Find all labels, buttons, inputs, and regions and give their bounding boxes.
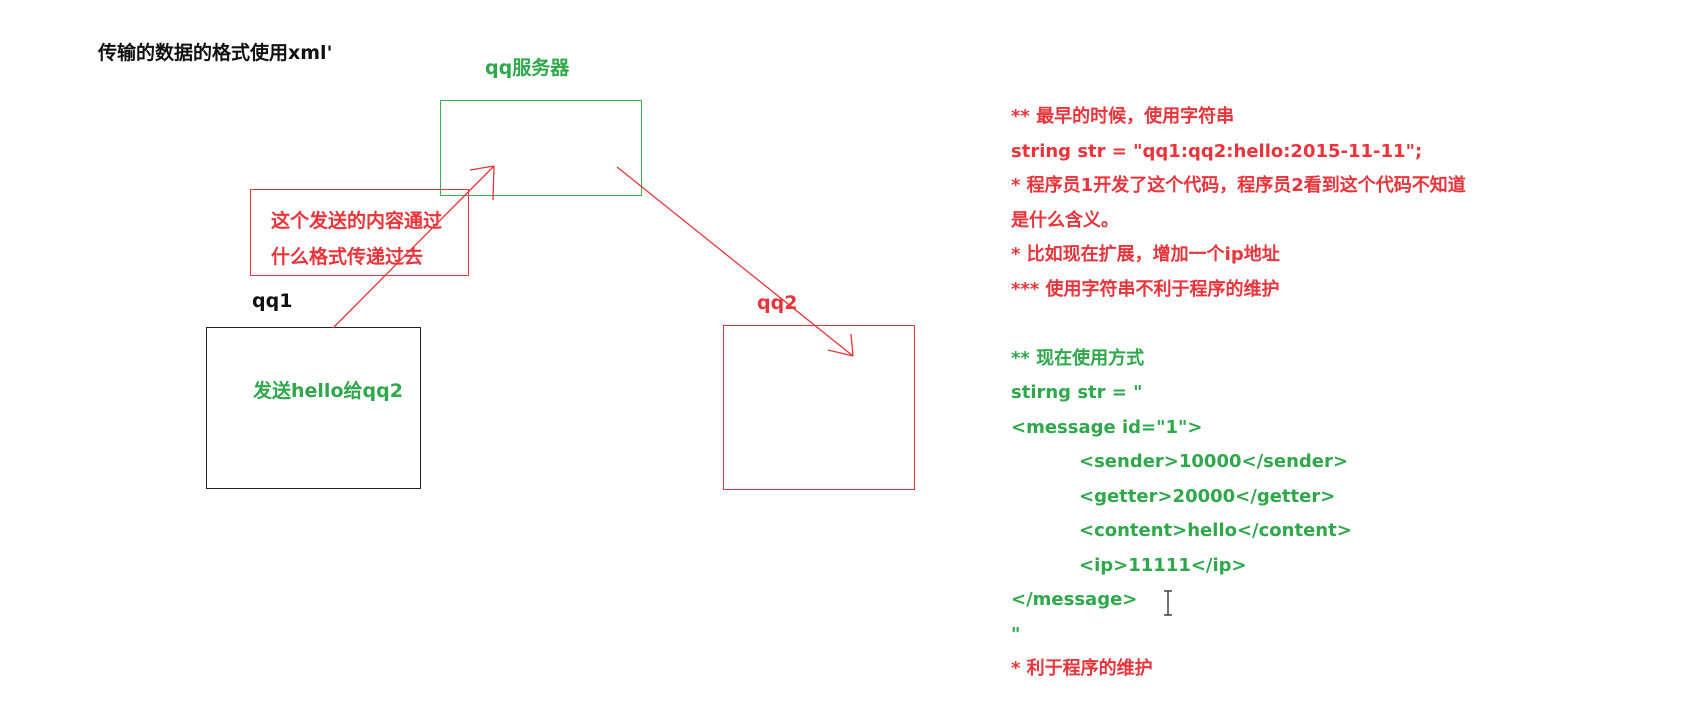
note-green-line-1: ** 现在使用方式 [1011, 347, 1145, 369]
arrow-qq1-to-server [332, 165, 495, 329]
xml-open-message: <message id="1"> [1011, 416, 1203, 438]
note-green-line-2: stirng str = " [1011, 382, 1143, 403]
arrow-server-to-qq2 [616, 166, 854, 357]
note-red-line-4: 是什么含义。 [1011, 209, 1119, 231]
xml-getter: <getter>20000</getter> [1079, 485, 1336, 507]
note-red-line-2: string str = "qq1:qq2:hello:2015-11-11"; [1011, 140, 1423, 162]
note-red-line-5: * 比如现在扩展，增加一个ip地址 [1011, 244, 1280, 265]
xml-sender: <sender>10000</sender> [1079, 451, 1348, 472]
xml-ip: <ip>11111</ip> [1079, 554, 1247, 576]
xml-content: <content>hello</content> [1079, 520, 1352, 541]
note-red-line-3: * 程序员1开发了这个代码，程序员2看到这个代码不知道 [1011, 175, 1466, 196]
xml-close-message: </message> [1011, 589, 1138, 610]
note-red-line-1: ** 最早的时候，使用字符串 [1011, 106, 1235, 127]
notes-column: ** 最早的时候，使用字符串 string str = "qq1:qq2:hel… [1011, 100, 1466, 687]
note-red-line-6: *** 使用字符串不利于程序的维护 [1011, 278, 1280, 300]
text-cursor-icon [1164, 590, 1172, 616]
note-green-quote: " [1011, 623, 1021, 645]
note-green-line-last: * 利于程序的维护 [1011, 658, 1153, 679]
